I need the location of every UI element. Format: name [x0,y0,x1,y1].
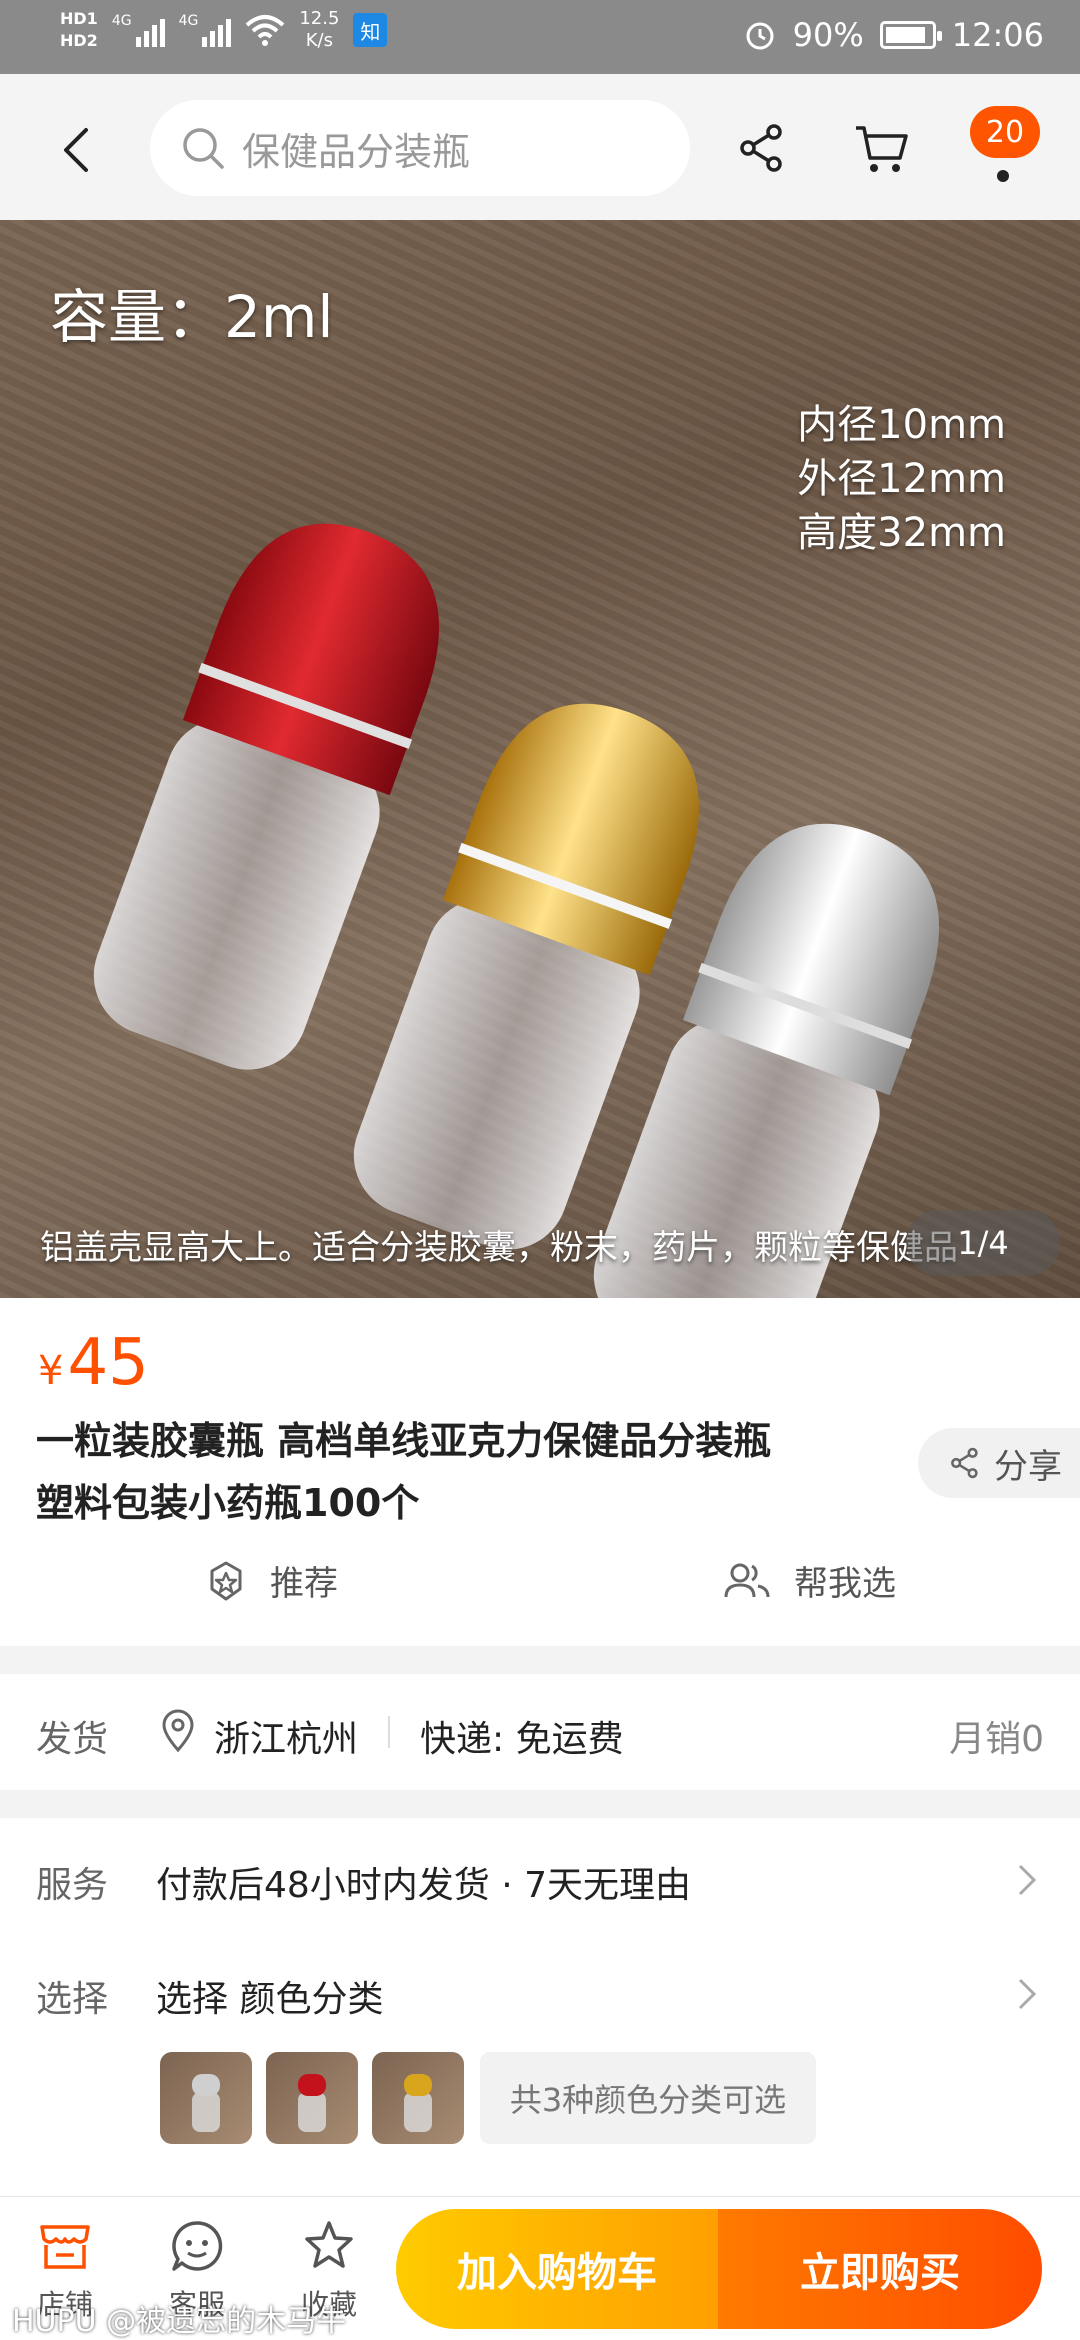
shop-icon [40,2225,90,2269]
net-speed-unit: K/s [305,30,333,51]
service-label: 服务 [36,1865,109,1906]
network-type-label: 4G [111,13,132,29]
share-label: 分享 [994,1446,1062,1487]
spec-inner-diameter: 内径10mm [797,402,1006,448]
signal-icon-2 [202,13,232,47]
clock: 12:06 [951,16,1044,54]
location-pin-icon [162,1709,194,1752]
price: ¥ 45 [38,1326,149,1400]
divider [388,1716,390,1748]
share-icon[interactable] [732,118,792,178]
battery-fill [885,27,926,43]
variant-thumbnail-silver-image [192,2074,220,2132]
status-bar: HD1 HD2 4G 4G 12.5 K/s 知 90% 12:06 [0,0,1080,74]
share-icon-small [951,1447,978,1479]
chat-face-icon [172,2221,223,2271]
spec-outer-diameter: 外径12mm [797,456,1006,502]
network-type-label-2: 4G [178,13,199,29]
recommend-button[interactable]: 推荐 [204,1556,338,1605]
spec-text: 内径10mm 外径12mm 高度32mm [797,398,1006,560]
net-speed: 12.5 K/s [299,8,339,52]
help-choose-button[interactable]: 帮我选 [722,1556,896,1605]
select-text: 选择 颜色分类 [156,1979,384,2020]
select-row[interactable]: 选择 选择 颜色分类 [0,1928,1080,2038]
image-caption: 铝盖壳显高大上。适合分装胶囊，粉末，药片，颗粒等保健品 [40,1228,958,1268]
shipping-row[interactable]: 发货 浙江杭州 快递: 免运费 月销0 [0,1674,1080,1790]
alarm-icon [746,22,774,50]
variant-thumbnail-gold[interactable] [372,2052,464,2144]
share-button[interactable]: 分享 [918,1428,1080,1498]
people-icon [724,1563,770,1597]
capsule-bottles-illustration [93,523,940,1298]
search-bar[interactable]: 保健品分装瓶 [150,100,690,196]
variant-thumbnail-gold-image [404,2074,432,2132]
express-fee: 快递: 免运费 [420,1719,624,1760]
image-counter: 1/4 [906,1210,1060,1276]
top-nav: 保健品分装瓶 20 [0,74,1080,220]
price-value: 45 [67,1326,149,1400]
recommend-icon [210,1561,242,1600]
shipping-label: 发货 [36,1719,109,1760]
cart-count-badge[interactable]: 20 [970,106,1040,158]
spec-height: 高度32mm [797,510,1006,556]
add-to-cart-button[interactable]: 加入购物车 [396,2209,718,2329]
net-speed-value: 12.5 [299,8,340,29]
wifi-icon [246,15,285,46]
battery-percent: 90% [792,16,864,54]
chevron-right-icon-2 [1018,1978,1037,2010]
product-title: 一粒装胶囊瓶 高档单线亚克力保健品分装瓶 塑料包装小药瓶100个 [36,1410,896,1534]
cart-icon[interactable] [852,118,912,178]
service-text: 付款后48小时内发货 · 7天无理由 [156,1865,692,1906]
product-image[interactable]: 容量：2ml 内径10mm 外径12mm 高度32mm 铝盖壳显高大上。适合分装… [0,220,1080,1298]
signal-icon [135,13,165,47]
currency-symbol: ¥ [38,1348,64,1394]
star-icon [305,2221,353,2268]
recommend-label: 推荐 [270,1564,338,1604]
search-placeholder: 保健品分装瓶 [242,129,471,174]
watermark: HUPU @被遗忘的木马牛 [12,2304,347,2339]
more-menu-dot-icon[interactable] [997,170,1009,182]
hd1-label: HD1 [60,9,98,28]
select-label: 选择 [36,1979,109,2020]
service-row[interactable]: 服务 付款后48小时内发货 · 7天无理由 [0,1818,1080,1928]
variant-thumbnail-red[interactable] [266,2052,358,2144]
product-title-line-1: 一粒装胶囊瓶 高档单线亚克力保健品分装瓶 [36,1419,772,1463]
buy-now-button[interactable]: 立即购买 [718,2209,1042,2329]
ship-from-location: 浙江杭州 [214,1719,359,1760]
zhihu-notification-icon: 知 [353,13,388,47]
product-info: ¥ 45 一粒装胶囊瓶 高档单线亚克力保健品分装瓶 塑料包装小药瓶100个 分享… [0,1298,1080,1646]
hd-indicator: HD1 HD2 [60,8,98,52]
variant-thumbnail-silver[interactable] [160,2052,252,2144]
more-variants-button[interactable]: 共3种颜色分类可选 [480,2052,816,2144]
product-title-line-2: 塑料包装小药瓶100个 [36,1481,420,1525]
variant-thumbnail-red-image [298,2074,326,2132]
battery-icon [879,21,942,49]
search-icon [183,128,224,169]
capacity-text: 容量：2ml [50,283,334,351]
help-choose-label: 帮我选 [794,1564,896,1604]
chevron-right-icon [1018,1864,1037,1896]
monthly-sales: 月销0 [949,1719,1044,1760]
hd2-label: HD2 [60,31,98,50]
back-icon[interactable] [50,120,110,180]
